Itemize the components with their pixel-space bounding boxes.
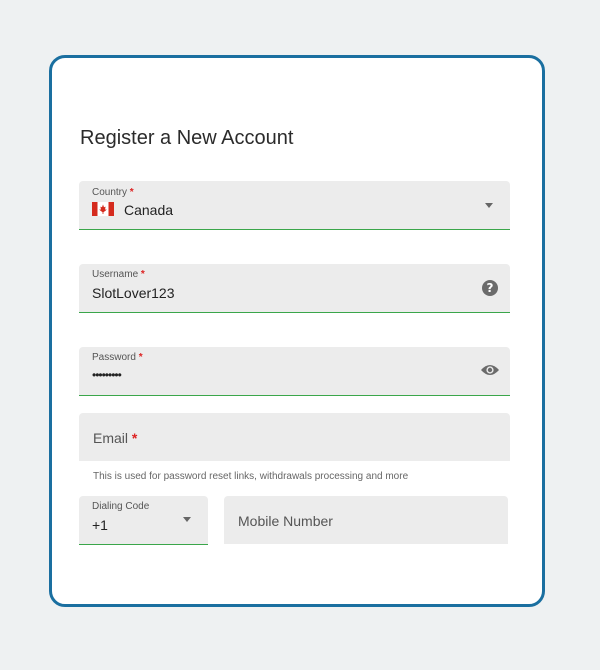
country-label: Country * [92, 187, 134, 198]
username-label: Username * [92, 269, 145, 280]
required-asterisk: * [129, 187, 134, 198]
email-helper-text: This is used for password reset links, w… [93, 471, 409, 482]
password-label: Password * [92, 352, 143, 363]
country-value: Canada [124, 202, 174, 218]
help-icon[interactable]: ? [482, 280, 498, 296]
country-select[interactable]: Country * Canada [79, 181, 510, 230]
required-asterisk: * [138, 352, 143, 363]
eye-icon[interactable] [480, 363, 500, 377]
dialing-code-value: +1 [92, 517, 108, 533]
canada-flag-icon [92, 202, 114, 216]
email-label: Email * [93, 430, 138, 446]
password-value: ••••••••• [92, 368, 122, 382]
dialing-code-label: Dialing Code [92, 501, 150, 512]
chevron-down-icon [183, 517, 191, 522]
email-field[interactable]: Email * [79, 413, 510, 461]
username-value: SlotLover123 [92, 285, 175, 301]
dialing-code-select[interactable]: Dialing Code +1 [79, 496, 208, 545]
chevron-down-icon [485, 203, 493, 208]
username-field[interactable]: Username * SlotLover123 ? [79, 264, 510, 313]
mobile-number-field[interactable]: Mobile Number [224, 496, 508, 544]
required-asterisk: * [140, 269, 145, 280]
password-field[interactable]: Password * ••••••••• [79, 347, 510, 396]
page-title: Register a New Account [80, 127, 294, 149]
registration-card: Register a New Account Country * Canada … [49, 55, 545, 607]
mobile-number-placeholder: Mobile Number [238, 513, 333, 529]
required-asterisk: * [131, 430, 138, 446]
